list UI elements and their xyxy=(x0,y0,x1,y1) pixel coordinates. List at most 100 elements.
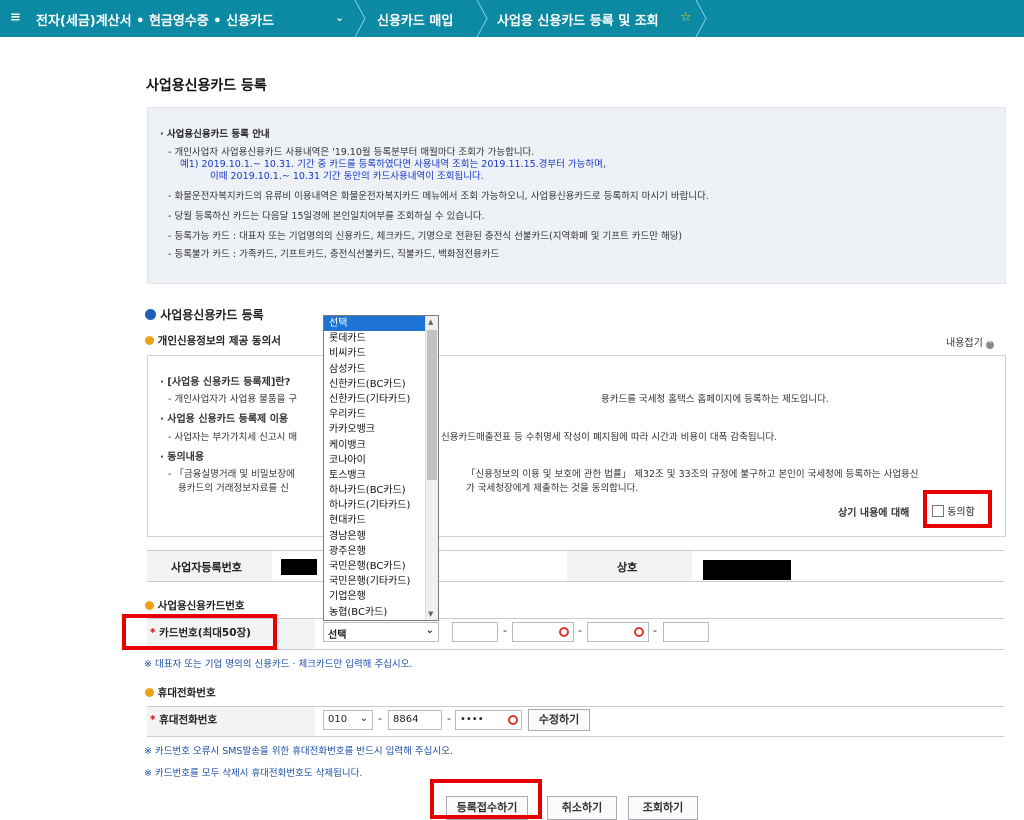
phone-label-group: * 휴대전화번호 xyxy=(150,712,217,727)
dropdown-option[interactable]: 삼성카드 xyxy=(324,362,438,377)
dropdown-option[interactable]: 하나카드(기타카드) xyxy=(324,498,438,513)
phone-section-heading: 휴대전화번호 xyxy=(145,685,216,700)
phone-note: ※ 카드번호 오류시 SMS발송을 위한 휴대전화번호를 반드시 입력해 주십시… xyxy=(144,746,453,757)
eye-icon[interactable] xyxy=(634,627,644,637)
guide-heading: · 사업용신용카드 등록 안내 xyxy=(160,129,270,140)
consent-line: 용카드의 거래정보자료를 신 xyxy=(178,483,289,494)
bullet-circle-icon xyxy=(145,601,154,610)
menu-icon[interactable]: ≡ xyxy=(10,10,21,25)
breadcrumb-separator-icon xyxy=(476,0,488,37)
arrow-circle-icon xyxy=(145,309,156,320)
cancel-button[interactable]: 취소하기 xyxy=(547,796,617,820)
dropdown-option[interactable]: 신한카드(BC카드) xyxy=(324,377,438,392)
phone-middle-input[interactable]: 8864 xyxy=(388,710,442,730)
chevron-down-icon: ⌄ xyxy=(425,625,434,636)
eye-icon[interactable] xyxy=(559,627,569,637)
top-navigation-bar: ≡ 전자(세금)계산서 • 현금영수증 • 신용카드 ⌄ 신용카드 매입 사업용… xyxy=(0,0,1024,37)
dropdown-option[interactable]: 농협(BC카드) xyxy=(324,605,438,620)
eye-icon[interactable] xyxy=(508,715,518,725)
highlight-card-label xyxy=(122,614,277,650)
dropdown-option[interactable]: 롯데카드 xyxy=(324,331,438,346)
dash-separator: - xyxy=(503,624,507,637)
lookup-button[interactable]: 조회하기 xyxy=(628,796,698,820)
breadcrumb-current-page: 사업용 신용카드 등록 및 조회 xyxy=(497,14,659,29)
chevron-down-icon[interactable]: ⌄ xyxy=(335,11,344,24)
dropdown-option[interactable]: 비씨카드 xyxy=(324,346,438,361)
dash-separator: - xyxy=(653,624,657,637)
required-asterisk: * xyxy=(150,714,156,726)
dropdown-options: 선택 롯데카드 비씨카드 삼성카드 신한카드(BC카드) 신한카드(기타카드) 우리카드 카카… xyxy=(324,316,438,620)
consent-line: 가 국세청장에게 제출하는 것을 동의합니다. xyxy=(466,483,639,494)
card-number-part3-input[interactable] xyxy=(587,622,649,642)
bullet-circle-icon xyxy=(145,688,154,697)
guide-example-line: 이때 2019.10.1.~ 10.31 기간 동안의 카드사용내역이 조회됩니… xyxy=(210,171,484,182)
consent-heading: · 동의내용 xyxy=(160,452,205,463)
consent-title-text: 개인신용정보의 제공 동의서 xyxy=(157,335,281,347)
dropdown-option[interactable]: 선택 xyxy=(324,316,438,332)
dropdown-option[interactable]: 경남은행 xyxy=(324,529,438,544)
dropdown-option[interactable]: 코나아이 xyxy=(324,453,438,468)
card-number-part2-input[interactable] xyxy=(512,622,574,642)
dropdown-option[interactable]: 카카오뱅크 xyxy=(324,422,438,437)
consent-line: 신용카드매출전표 등 수취명세 작성이 폐지됨에 따라 시간과 비용이 대폭 감… xyxy=(441,432,778,443)
dropdown-option[interactable]: 국민은행(기타카드) xyxy=(324,574,438,589)
card-company-dropdown-list[interactable]: 선택 롯데카드 비씨카드 삼성카드 신한카드(BC카드) 신한카드(기타카드) 우리카드 카카… xyxy=(323,315,439,621)
business-name-label: 상호 xyxy=(617,561,638,574)
collapse-label: 내용접기 xyxy=(946,338,983,349)
breadcrumb-separator-icon xyxy=(695,0,707,37)
dropdown-scrollbar[interactable]: ▲ ▼ xyxy=(425,316,438,620)
dash-separator: - xyxy=(378,712,382,725)
dropdown-option[interactable]: 신한카드(기타카드) xyxy=(324,392,438,407)
guide-line: - 당월 등록하신 카드는 다음달 15일경에 본인일치여부를 조회하실 수 있… xyxy=(168,211,485,222)
card-company-select[interactable]: 선택 ⌄ xyxy=(323,622,439,642)
highlight-agree-box xyxy=(923,490,992,528)
highlight-submit-button xyxy=(430,779,542,819)
phone-middle-value: 8864 xyxy=(393,714,419,725)
dropdown-option[interactable]: 기업은행 xyxy=(324,589,438,604)
scrollbar-thumb[interactable] xyxy=(427,330,437,480)
dropdown-option[interactable]: 국민은행(BC카드) xyxy=(324,559,438,574)
consent-heading: · 사업용 신용카드 등록제 이용 xyxy=(160,414,289,425)
phone-prefix-select[interactable]: 010 ⌄ xyxy=(323,710,373,730)
dropdown-option[interactable]: 하나카드(BC카드) xyxy=(324,483,438,498)
guide-line: - 등록불가 카드 : 가족카드, 기프트카드, 충전식선불카드, 직불카드, … xyxy=(168,249,500,260)
phone-label: 휴대전화번호 xyxy=(159,714,218,726)
consent-title: 개인신용정보의 제공 동의서 xyxy=(145,333,281,348)
register-section-heading: 사업용신용카드 등록 xyxy=(145,306,264,323)
dropdown-option[interactable]: 광주은행 xyxy=(324,544,438,559)
scroll-down-icon[interactable]: ▼ xyxy=(428,610,433,618)
phone-last-value: •••• xyxy=(460,714,484,725)
phone-section-title: 휴대전화번호 xyxy=(157,687,216,699)
consent-line: 「신용정보의 이용 및 보호에 관한 법률」 제32조 및 33조의 규정에 불… xyxy=(466,469,919,480)
page-title: 사업용신용카드 등록 xyxy=(146,78,267,94)
edit-phone-button[interactable]: 수정하기 xyxy=(528,709,590,731)
bullet-circle-icon xyxy=(145,336,154,345)
breadcrumb-credit-card-purchase[interactable]: 신용카드 매입 xyxy=(377,10,453,29)
consent-line: - 「금융실명거래 및 비밀보장에 xyxy=(168,469,295,480)
dropdown-option[interactable]: 현대카드 xyxy=(324,513,438,528)
scroll-up-icon[interactable]: ▲ xyxy=(428,318,433,326)
business-name-header: 상호 xyxy=(567,551,692,581)
consent-line: - 사업자는 부가가치세 신고시 매 xyxy=(168,432,298,443)
breadcrumb-section[interactable]: 전자(세금)계산서 • 현금영수증 • 신용카드 xyxy=(36,10,274,29)
phone-last-input[interactable]: •••• xyxy=(455,710,522,730)
guide-line: - 화물운전자복지카드의 유류비 이용내역은 화물운전자복지카드 메뉴에서 조회… xyxy=(168,191,709,202)
card-section-title: 사업용신용카드번호 xyxy=(157,600,245,612)
reg-number-label: 사업자등록번호 xyxy=(171,561,242,574)
favorite-star-icon[interactable]: ☆ xyxy=(680,10,692,25)
dash-separator: - xyxy=(578,624,582,637)
dropdown-option[interactable]: 우리카드 xyxy=(324,407,438,422)
collapse-content-toggle[interactable]: 내용접기 ^ xyxy=(946,334,994,349)
agree-prefix-text: 상기 내용에 대해 xyxy=(838,508,910,519)
consent-line: 용카드를 국세청 홈택스 홈페이지에 등록하는 제도입니다. xyxy=(601,394,829,405)
card-number-part1-input[interactable] xyxy=(452,622,498,642)
breadcrumb-separator-icon xyxy=(354,0,366,37)
card-section-heading: 사업용신용카드번호 xyxy=(145,598,245,613)
phone-note: ※ 카드번호를 모두 삭제시 휴대전화번호도 삭제됩니다. xyxy=(144,768,363,779)
guide-line: - 등록가능 카드 : 대표자 또는 기업명의의 신용카드, 체크카드, 기명으… xyxy=(168,231,683,242)
consent-line: - 개인사업자가 사업용 물품을 구 xyxy=(168,394,298,405)
dropdown-option[interactable]: 케이뱅크 xyxy=(324,438,438,453)
register-section-title: 사업용신용카드 등록 xyxy=(160,308,264,322)
card-number-part4-input[interactable] xyxy=(663,622,709,642)
dropdown-option[interactable]: 토스뱅크 xyxy=(324,468,438,483)
